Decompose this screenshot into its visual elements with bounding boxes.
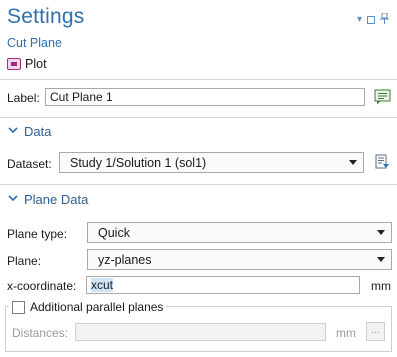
dataset-select[interactable]: Study 1/Solution 1 (sol1) (59, 152, 364, 173)
x-coordinate-value: xcut (91, 278, 114, 292)
x-coordinate-unit: mm (371, 279, 391, 293)
distances-input[interactable] (75, 323, 326, 341)
plane-type-value: Quick (98, 225, 130, 240)
dropdown-arrow-icon[interactable]: ▾ (357, 15, 362, 25)
dataset-label: Dataset: (7, 157, 52, 171)
label-input[interactable]: Cut Plane 1 (45, 88, 365, 106)
dataset-go-to-source-icon[interactable] (372, 152, 392, 172)
chevron-down-icon (2, 194, 24, 205)
distances-unit: mm (336, 326, 356, 340)
plane-label: Plane: (7, 254, 42, 268)
distances-label: Distances: (12, 326, 69, 340)
data-section-header[interactable]: Data (0, 118, 397, 144)
plane-type-select[interactable]: Quick (87, 222, 392, 243)
divider (0, 79, 397, 80)
label-field-label: Label: (7, 91, 40, 105)
pin-icon[interactable] (380, 12, 389, 27)
plane-data-section-header[interactable]: Plane Data (0, 186, 397, 212)
panel-title: Settings (7, 5, 85, 28)
dropdown-arrow-icon (377, 257, 385, 262)
panel-subtitle: Cut Plane (7, 36, 62, 50)
divider (0, 184, 397, 185)
additional-planes-label: Additional parallel planes (30, 300, 164, 314)
x-coordinate-label: x-coordinate: (7, 279, 77, 293)
maximize-icon[interactable] (367, 16, 375, 24)
plot-label: Plot (25, 57, 47, 71)
window-controls: ▾ (357, 12, 389, 27)
range-browse-button[interactable]: ... (366, 322, 385, 341)
plot-button[interactable]: Plot (7, 54, 47, 74)
dropdown-arrow-icon (377, 230, 385, 235)
dropdown-arrow-icon (349, 160, 357, 165)
plot-icon (7, 58, 21, 70)
chevron-down-icon (2, 126, 24, 137)
plane-select[interactable]: yz-planes (87, 249, 392, 270)
plane-value: yz-planes (98, 252, 152, 267)
x-coordinate-input[interactable]: xcut (86, 276, 360, 294)
additional-planes-checkbox[interactable] (12, 300, 25, 314)
additional-planes-checkbox-row[interactable]: Additional parallel planes (9, 300, 167, 314)
dataset-value: Study 1/Solution 1 (sol1) (70, 155, 207, 170)
data-section-title: Data (24, 123, 52, 139)
comment-icon[interactable] (372, 87, 392, 107)
plane-data-section-title: Plane Data (24, 191, 89, 207)
plane-type-label: Plane type: (7, 227, 68, 241)
